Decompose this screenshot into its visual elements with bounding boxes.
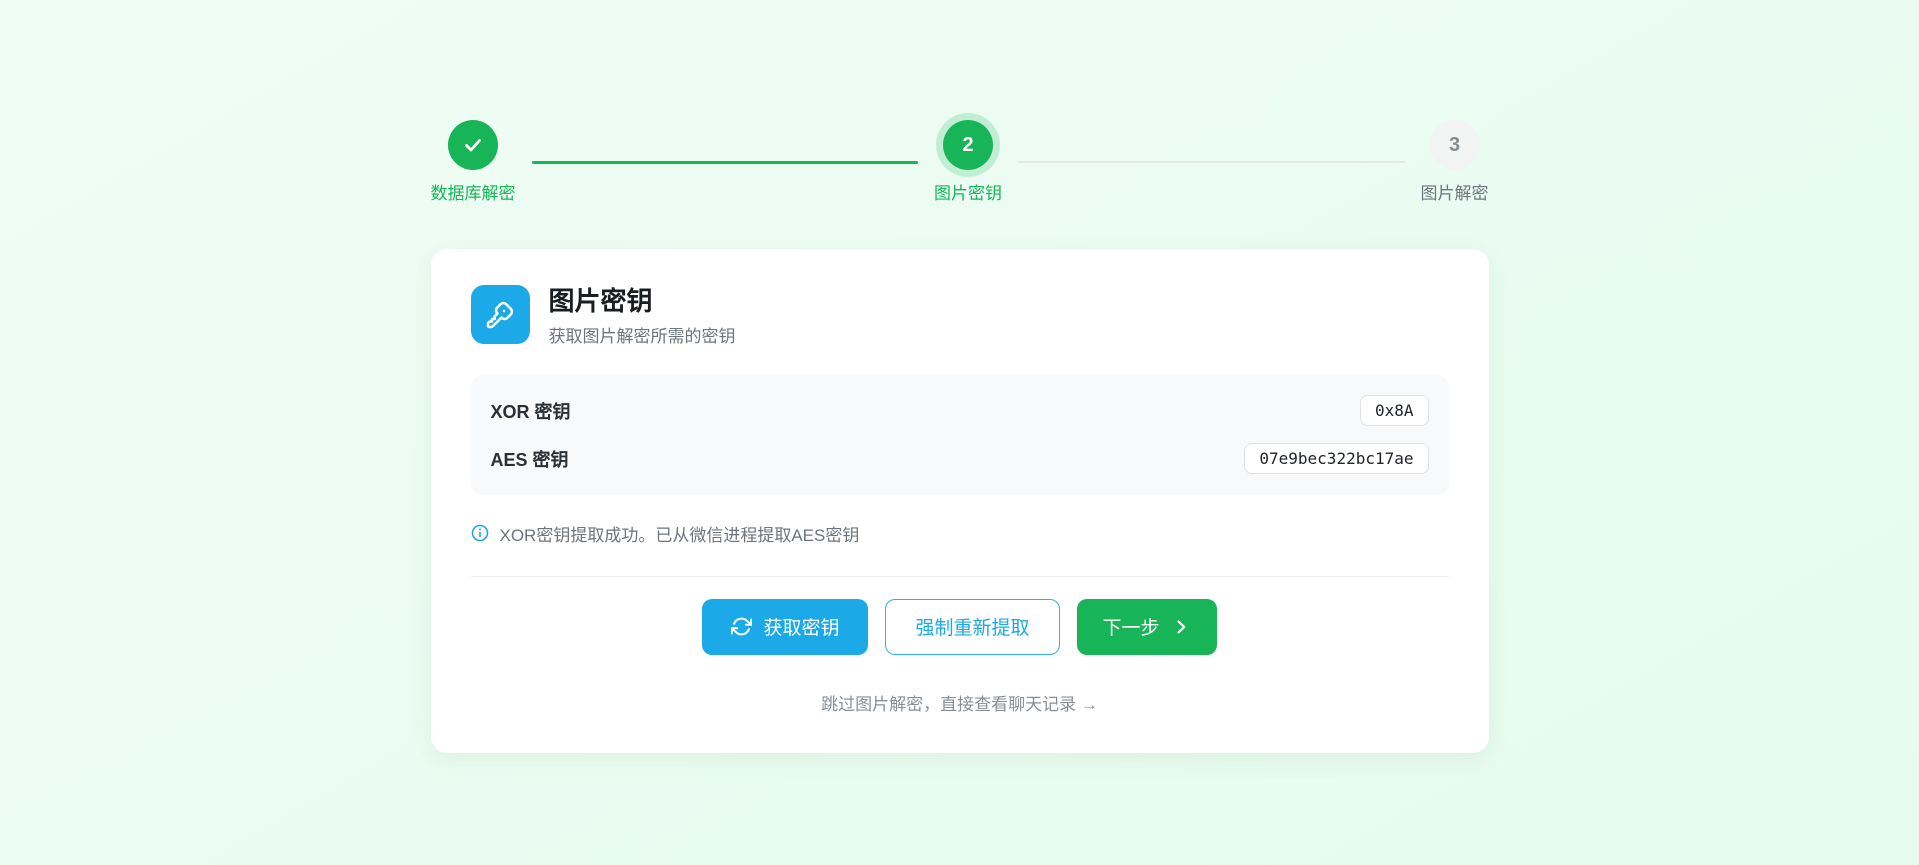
status-row: XOR密钥提取成功。已从微信进程提取AES密钥 xyxy=(471,521,1449,546)
aes-key-value: 07e9bec322bc17ae xyxy=(1244,443,1428,474)
step-1-label: 数据库解密 xyxy=(431,179,516,204)
status-message: XOR密钥提取成功。已从微信进程提取AES密钥 xyxy=(500,521,860,546)
next-step-label: 下一步 xyxy=(1103,613,1160,640)
skip-link[interactable]: 跳过图片解密，直接查看聊天记录 → xyxy=(821,695,1098,714)
step-2-circle: 2 xyxy=(943,120,993,170)
refresh-icon xyxy=(731,616,752,637)
xor-key-row: XOR 密钥 0x8A xyxy=(491,387,1429,435)
step-database-decrypt: 数据库解密 xyxy=(431,120,516,204)
force-reextract-label: 强制重新提取 xyxy=(915,613,1029,640)
force-reextract-button[interactable]: 强制重新提取 xyxy=(885,599,1059,655)
stepper-connector-done xyxy=(532,161,919,164)
image-key-card: 图片密钥 获取图片解密所需的密钥 XOR 密钥 0x8A AES 密钥 07e9… xyxy=(431,249,1489,753)
key-icon xyxy=(471,285,530,344)
divider xyxy=(471,576,1449,577)
next-step-button[interactable]: 下一步 xyxy=(1077,599,1217,655)
key-icon-glyph xyxy=(484,299,516,331)
aes-key-label: AES 密钥 xyxy=(491,446,569,472)
stepper-connector-todo xyxy=(1018,161,1405,163)
skip-row: 跳过图片解密，直接查看聊天记录 → xyxy=(471,690,1449,715)
step-1-circle xyxy=(448,120,498,170)
xor-key-value: 0x8A xyxy=(1360,395,1429,426)
card-title: 图片密钥 xyxy=(549,285,736,318)
fetch-key-label: 获取密钥 xyxy=(763,613,839,640)
step-image-key: 2 图片密钥 xyxy=(934,120,1002,204)
info-icon xyxy=(471,524,489,542)
step-image-decrypt: 3 图片解密 xyxy=(1421,120,1489,204)
check-icon xyxy=(461,133,485,157)
fetch-key-button[interactable]: 获取密钥 xyxy=(702,599,868,655)
step-2-label: 图片密钥 xyxy=(934,179,1002,204)
xor-key-label: XOR 密钥 xyxy=(491,398,571,424)
card-subtitle: 获取图片解密所需的密钥 xyxy=(549,322,736,347)
card-header-text: 图片密钥 获取图片解密所需的密钥 xyxy=(549,285,736,347)
step-3-label: 图片解密 xyxy=(1421,179,1489,204)
aes-key-row: AES 密钥 07e9bec322bc17ae xyxy=(491,435,1429,483)
step-3-circle: 3 xyxy=(1430,120,1480,170)
wizard-page: 数据库解密 2 图片密钥 3 图片解密 图片密钥 xyxy=(431,0,1489,753)
card-header: 图片密钥 获取图片解密所需的密钥 xyxy=(471,285,1449,347)
stepper: 数据库解密 2 图片密钥 3 图片解密 xyxy=(431,120,1489,204)
chevron-right-icon xyxy=(1171,617,1191,637)
key-values-panel: XOR 密钥 0x8A AES 密钥 07e9bec322bc17ae xyxy=(471,375,1449,495)
actions-row: 获取密钥 强制重新提取 下一步 xyxy=(471,599,1449,655)
